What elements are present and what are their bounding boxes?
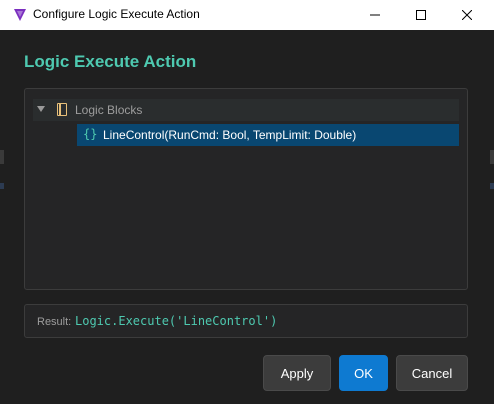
expand-caret-icon[interactable] — [37, 106, 45, 112]
tree-node-linecontrol[interactable]: {} LineControl(RunCmd: Bool, TempLimit: … — [77, 124, 459, 146]
minimize-icon — [370, 14, 380, 16]
notebook-icon — [57, 103, 67, 116]
minimize-button[interactable] — [352, 0, 398, 30]
result-expression: Logic.Execute('LineControl') — [75, 314, 278, 328]
tree-node-label: Logic Blocks — [75, 103, 143, 117]
cancel-button[interactable]: Cancel — [396, 355, 468, 391]
background-app-edge — [490, 183, 494, 189]
title-bar[interactable]: Configure Logic Execute Action — [0, 0, 494, 30]
close-button[interactable] — [444, 0, 490, 30]
result-label: Result: — [37, 316, 72, 328]
function-braces-icon: {} — [83, 127, 98, 141]
dialog-heading: Logic Execute Action — [24, 52, 197, 71]
close-icon — [462, 10, 472, 20]
background-app-edge — [0, 183, 4, 189]
tree-node-logic-blocks[interactable]: Logic Blocks — [33, 99, 459, 121]
ok-button[interactable]: OK — [339, 355, 388, 391]
result-preview: Result: Logic.Execute('LineControl') — [24, 304, 468, 338]
app-logo-icon — [14, 9, 26, 21]
background-app-edge — [490, 150, 494, 164]
tree-node-label: LineControl(RunCmd: Bool, TempLimit: Dou… — [103, 128, 357, 142]
maximize-icon — [416, 10, 426, 20]
window-title: Configure Logic Execute Action — [33, 7, 200, 21]
apply-button[interactable]: Apply — [263, 355, 331, 391]
logic-blocks-tree[interactable]: Logic Blocks {} LineControl(RunCmd: Bool… — [24, 88, 468, 290]
maximize-button[interactable] — [398, 0, 444, 30]
dialog-window: Configure Logic Execute Action Logic Exe… — [0, 0, 494, 404]
background-app-edge — [0, 150, 4, 164]
